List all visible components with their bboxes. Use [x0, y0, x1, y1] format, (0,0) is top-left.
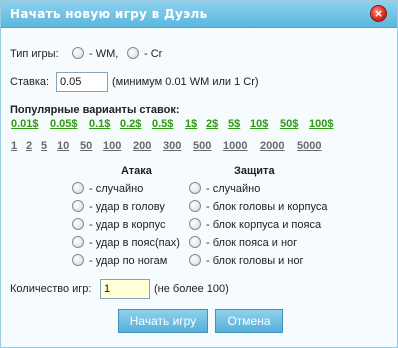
attack-option-label: - удар в пояс(пах): [89, 237, 180, 249]
dialog-title: Начать новую игру в Дуэль: [10, 7, 208, 21]
count-link[interactable]: 5: [41, 140, 47, 152]
count-link[interactable]: 1000: [223, 140, 247, 152]
attack-option-label: - удар в голову: [89, 201, 165, 213]
bet-link[interactable]: 1$: [185, 118, 197, 130]
bet-link[interactable]: 0.2$: [120, 118, 141, 130]
game-type-wm-label: - WM,: [89, 48, 119, 60]
start-game-button[interactable]: Начать игру: [118, 309, 208, 333]
bet-link[interactable]: 0.01$: [11, 118, 39, 130]
count-link[interactable]: 1: [11, 140, 17, 152]
bet-link[interactable]: 100$: [309, 118, 333, 130]
bet-link[interactable]: 0.05$: [50, 118, 78, 130]
count-link[interactable]: 2: [26, 140, 32, 152]
game-type-label: Тип игры:: [10, 48, 59, 60]
defense-head-legs-radio[interactable]: [189, 254, 201, 266]
close-icon[interactable]: ×: [370, 5, 387, 22]
defense-option-label: - блок корпуса и пояса: [206, 219, 322, 231]
title-bar[interactable]: Начать новую игру в Дуэль ×: [1, 1, 397, 28]
bet-link[interactable]: 5$: [228, 118, 240, 130]
bet-link[interactable]: 10$: [250, 118, 268, 130]
count-link[interactable]: 2000: [260, 140, 284, 152]
attack-legs-radio[interactable]: [72, 254, 84, 266]
stake-note: (минимум 0.01 WM или 1 Cr): [112, 76, 259, 88]
defense-option-label: - блок головы и ног: [206, 255, 304, 267]
count-link[interactable]: 10: [57, 140, 69, 152]
count-link[interactable]: 100: [103, 140, 121, 152]
defense-belt-legs-radio[interactable]: [189, 236, 201, 248]
defense-head-body-radio[interactable]: [189, 200, 201, 212]
duel-dialog: Начать новую игру в Дуэль × Тип игры: - …: [0, 0, 398, 348]
popular-bets-heading: Популярные варианты ставок:: [10, 104, 180, 116]
games-count-input[interactable]: [100, 279, 150, 299]
bet-link[interactable]: 0.1$: [89, 118, 110, 130]
attack-heading: Атака: [121, 165, 152, 177]
games-count-label: Количество игр:: [10, 283, 92, 295]
defense-random-radio[interactable]: [189, 182, 201, 194]
cancel-button[interactable]: Отмена: [215, 309, 283, 333]
games-count-note: (не более 100): [154, 283, 229, 295]
attack-option-label: - удар в корпус: [89, 219, 166, 231]
count-link[interactable]: 5000: [297, 140, 321, 152]
count-link[interactable]: 300: [163, 140, 181, 152]
attack-belt-radio[interactable]: [72, 236, 84, 248]
game-type-wm-radio[interactable]: [72, 47, 84, 59]
attack-body-radio[interactable]: [72, 218, 84, 230]
bet-link[interactable]: 50$: [280, 118, 298, 130]
bet-link[interactable]: 0.5$: [152, 118, 173, 130]
attack-option-label: - случайно: [89, 183, 144, 195]
attack-random-radio[interactable]: [72, 182, 84, 194]
game-type-cr-radio[interactable]: [127, 47, 139, 59]
count-link[interactable]: 500: [193, 140, 211, 152]
game-type-cr-label: - Cr: [144, 48, 163, 60]
attack-option-label: - удар по ногам: [89, 255, 168, 267]
stake-label: Ставка:: [10, 76, 50, 88]
defense-heading: Защита: [234, 165, 275, 177]
attack-head-radio[interactable]: [72, 200, 84, 212]
bet-link[interactable]: 2$: [206, 118, 218, 130]
defense-option-label: - блок пояса и ног: [206, 237, 298, 249]
count-link[interactable]: 50: [80, 140, 92, 152]
count-link[interactable]: 200: [133, 140, 151, 152]
defense-option-label: - блок головы и корпуса: [206, 201, 328, 213]
defense-body-belt-radio[interactable]: [189, 218, 201, 230]
defense-option-label: - случайно: [206, 183, 261, 195]
stake-input[interactable]: [56, 72, 108, 92]
